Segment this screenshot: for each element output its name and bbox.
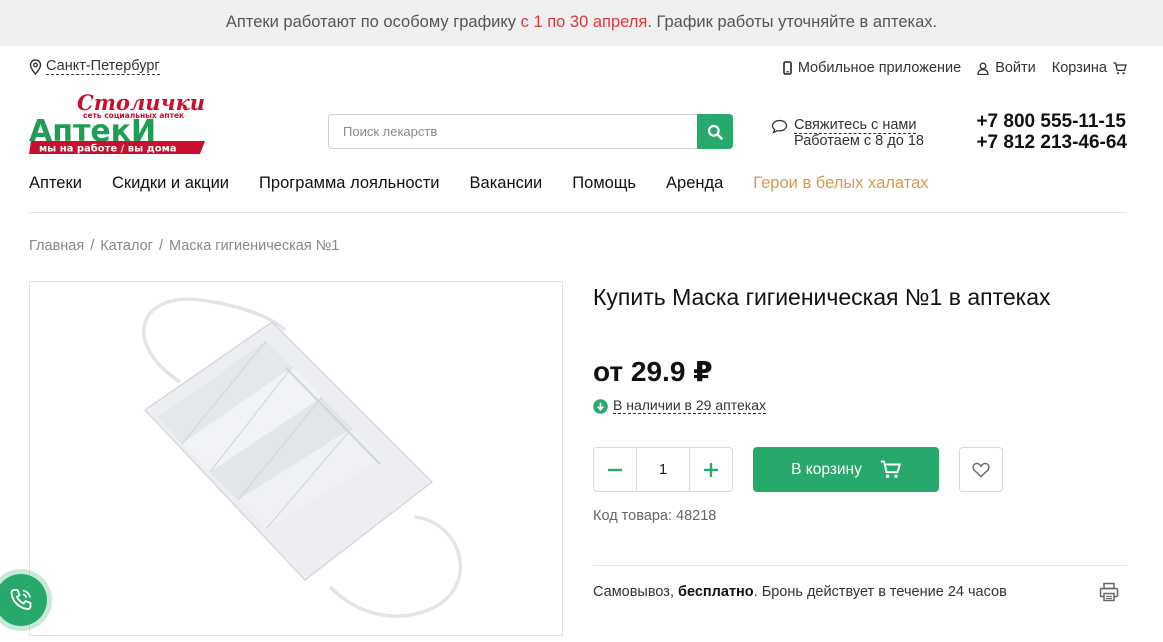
working-hours: Работаем с 8 до 18: [794, 133, 924, 149]
print-button[interactable]: [1099, 582, 1119, 607]
cart-icon: [1113, 61, 1127, 74]
product-image[interactable]: [29, 281, 563, 636]
increase-button[interactable]: [690, 448, 732, 491]
nav-item-help[interactable]: Помощь: [572, 174, 636, 193]
product-title: Купить Маска гигиеническая №1 в аптеках: [593, 284, 1051, 310]
nav-item-pharmacies[interactable]: Аптеки: [29, 174, 82, 193]
pickup-prefix: Самовывоз,: [593, 584, 679, 600]
nav-item-rent[interactable]: Аренда: [666, 174, 723, 193]
announcement-note: . График работы уточняйте в аптеках.: [647, 13, 938, 31]
city-selector[interactable]: Санкт-Петербург: [29, 58, 160, 75]
phone-call-icon: [10, 589, 32, 610]
cart-link[interactable]: Корзина: [1052, 60, 1127, 76]
nav-item-heroes[interactable]: Герои в белых халатах: [753, 174, 928, 193]
favorite-button[interactable]: [959, 447, 1003, 492]
cart-label: Корзина: [1051, 60, 1107, 76]
heart-icon: [972, 462, 990, 477]
mobile-app-link[interactable]: Мобильное приложение: [783, 60, 961, 76]
printer-icon: [1099, 582, 1119, 602]
minus-icon: [608, 468, 622, 471]
info-divider: [593, 565, 1127, 566]
availability-link[interactable]: В наличии в 29 аптеках: [593, 398, 766, 414]
utility-row: Санкт-Петербург Мобильное приложение Вой…: [29, 58, 1127, 78]
nav-divider: [29, 212, 1127, 213]
phone-numbers: +7 800 555-11-15 +7 812 213-46-64: [976, 111, 1127, 153]
breadcrumb-current: Маска гигиеническая №1: [168, 238, 340, 254]
main-nav: Аптеки Скидки и акции Программа лояльнос…: [29, 174, 929, 193]
phone-icon: [783, 61, 792, 75]
login-label: Войти: [995, 60, 1036, 76]
availability-text: В наличии в 29 аптеках: [613, 397, 766, 414]
quantity-input[interactable]: 1: [636, 448, 690, 491]
user-icon: [977, 62, 989, 75]
contact-block: Свяжитесь с нами Работаем с 8 до 18: [771, 118, 924, 149]
logo-tagline: мы на работе / вы дома: [39, 143, 177, 155]
announcement-bar: Аптеки работают по особому графику с 1 п…: [0, 0, 1163, 46]
add-to-cart-button[interactable]: В корзину: [753, 447, 939, 492]
quantity-stepper: 1: [593, 447, 733, 492]
mobile-app-label: Мобильное приложение: [797, 60, 962, 76]
breadcrumb-catalog[interactable]: Каталог: [100, 238, 153, 254]
contact-link[interactable]: Свяжитесь с нами: [771, 118, 924, 134]
contact-link-label: Свяжитесь с нами: [794, 117, 917, 134]
search-input[interactable]: [328, 114, 697, 149]
search-bar: [328, 114, 733, 149]
product-price: от 29.9 ₽: [593, 356, 713, 387]
cart-icon: [880, 460, 901, 478]
pickup-suffix: . Бронь действует в течение 24 часов: [753, 584, 1007, 600]
breadcrumb-separator: /: [90, 238, 95, 254]
nav-item-discounts[interactable]: Скидки и акции: [112, 174, 229, 193]
search-button[interactable]: [697, 114, 733, 149]
breadcrumb-home[interactable]: Главная: [29, 238, 84, 254]
announcement-text: Аптеки работают по особому графику: [225, 13, 521, 31]
face-mask-image: [142, 297, 463, 618]
city-name: Санкт-Петербург: [46, 58, 160, 75]
down-arrow-circle-icon: [593, 398, 608, 414]
announcement-dates: с 1 по 30 апреля: [520, 13, 648, 31]
brand-logo[interactable]: Столички сеть социальных аптек АптекИ мы…: [29, 90, 234, 156]
product-code-label: Код товара:: [593, 508, 672, 524]
pickup-free: бесплатно: [678, 584, 754, 600]
login-link[interactable]: Войти: [977, 60, 1036, 76]
chat-bubble-icon: [771, 119, 788, 134]
search-icon: [707, 124, 723, 140]
nav-item-vacancies[interactable]: Вакансии: [470, 174, 543, 193]
add-to-cart-label: В корзину: [791, 460, 862, 478]
location-pin-icon: [29, 58, 42, 75]
decrease-button[interactable]: [594, 448, 636, 491]
phone-number-1[interactable]: +7 800 555-11-15: [976, 111, 1127, 132]
product-code: Код товара: 48218: [593, 508, 716, 524]
plus-icon: [704, 462, 718, 477]
nav-item-loyalty[interactable]: Программа лояльности: [259, 174, 440, 193]
breadcrumb: Главная / Каталог / Маска гигиеническая …: [29, 238, 339, 254]
pickup-info: Самовывоз, бесплатно. Бронь действует в …: [593, 584, 1007, 600]
phone-number-2[interactable]: +7 812 213-46-64: [976, 132, 1127, 153]
utility-links: Мобильное приложение Войти Корзина: [783, 60, 1127, 76]
breadcrumb-separator: /: [158, 238, 163, 254]
product-code-value: 48218: [676, 508, 717, 524]
